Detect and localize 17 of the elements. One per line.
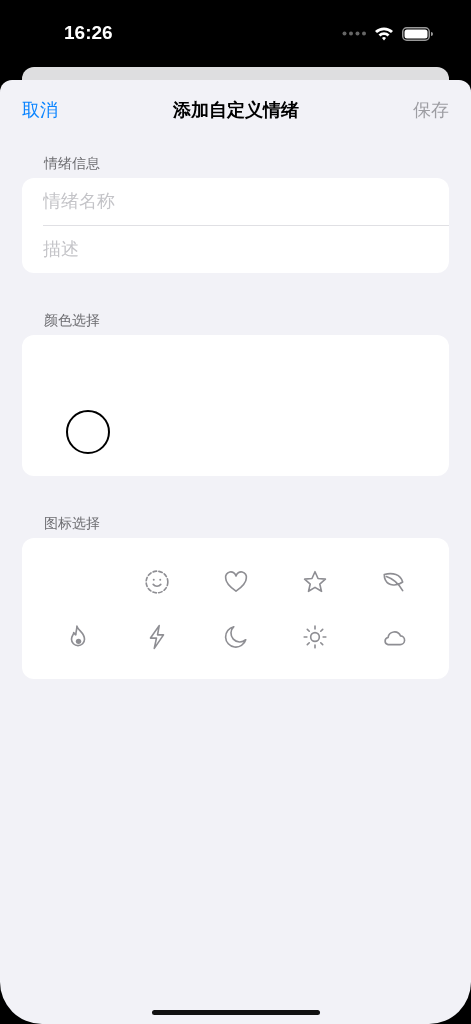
smiley-icon[interactable]: [143, 568, 170, 595]
battery-icon: [402, 26, 433, 41]
section-header: 图标选择: [44, 514, 101, 532]
heart-icon[interactable]: [222, 568, 249, 595]
wifi-icon: [374, 26, 394, 41]
cancel-button[interactable]: 取消: [22, 98, 58, 122]
signal-icon: [342, 31, 366, 36]
sheet-title: 添加自定义情绪: [171, 99, 300, 122]
status-time: 16:26: [64, 21, 114, 45]
text-field[interactable]: 描述: [22, 226, 449, 273]
color-swatch[interactable]: [66, 410, 110, 454]
moon-icon[interactable]: [222, 623, 249, 650]
star-icon[interactable]: [301, 568, 328, 595]
section-header: 情绪信息: [44, 154, 101, 172]
section-header: 颜色选择: [44, 311, 101, 329]
text-field[interactable]: 情绪名称: [22, 178, 449, 225]
sun-icon[interactable]: [301, 623, 328, 650]
